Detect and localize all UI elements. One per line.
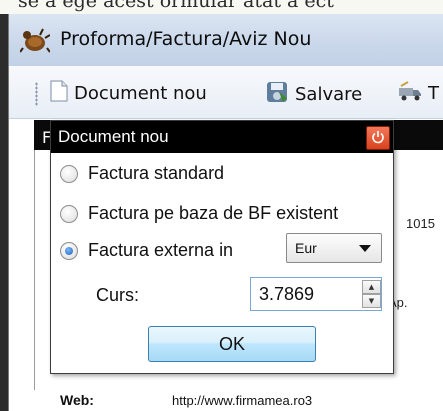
option-label: Factura standard xyxy=(88,163,225,183)
currency-select[interactable]: Eur xyxy=(286,233,382,263)
save-label: Salvare xyxy=(295,84,363,105)
dialog-title: Document nou xyxy=(58,127,169,146)
spin-up-icon[interactable]: ▲ xyxy=(362,280,381,294)
chevron-down-icon xyxy=(359,240,371,256)
spin-down-icon[interactable]: ▼ xyxy=(362,294,381,308)
form-left-border xyxy=(34,150,35,390)
top-cut-text-strip: se a ege acest ormular atat a ect xyxy=(0,0,443,14)
option-label: Factura externa in xyxy=(88,240,234,260)
power-close-icon xyxy=(371,129,385,148)
bug-app-icon xyxy=(19,26,51,54)
toolbar-grip[interactable] xyxy=(35,82,38,106)
curs-spinner[interactable]: ▲ ▼ xyxy=(250,277,382,311)
curs-input[interactable] xyxy=(251,279,356,309)
dialog-close-button[interactable] xyxy=(366,126,390,150)
truck-icon xyxy=(398,80,422,107)
option-factura-standard[interactable]: Factura standard xyxy=(60,163,224,184)
option-label: Factura pe baza de BF existent xyxy=(88,203,339,223)
option-factura-bf-existent[interactable]: Factura pe baza de BF existent xyxy=(60,203,338,224)
background-text-1: 1015 xyxy=(406,216,435,231)
radio-button[interactable] xyxy=(60,164,78,183)
left-dark-edge xyxy=(0,14,8,411)
new-document-button[interactable]: Document nou xyxy=(50,80,207,107)
save-button[interactable]: Salvare xyxy=(265,80,362,109)
document-icon xyxy=(50,80,68,107)
ok-button[interactable]: OK xyxy=(148,326,316,362)
third-toolbar-button[interactable]: T xyxy=(398,80,439,107)
save-disk-icon xyxy=(265,80,289,109)
window-title: Proforma/Factura/Aviz Nou xyxy=(60,28,312,50)
curs-label: Curs: xyxy=(96,285,140,305)
radio-button-selected[interactable] xyxy=(60,241,78,260)
top-cut-text: se a ege acest ormular atat a ect xyxy=(18,0,334,12)
web-value: http://www.firmamea.ro3 xyxy=(172,393,313,408)
currency-value: Eur xyxy=(295,240,317,256)
third-toolbar-label: T xyxy=(428,83,439,104)
radio-button[interactable] xyxy=(60,204,78,223)
web-label: Web: xyxy=(60,392,94,408)
spinner-buttons: ▲ ▼ xyxy=(362,280,381,308)
new-document-label: Document nou xyxy=(74,83,207,104)
option-factura-externa[interactable]: Factura externa in xyxy=(60,240,233,261)
